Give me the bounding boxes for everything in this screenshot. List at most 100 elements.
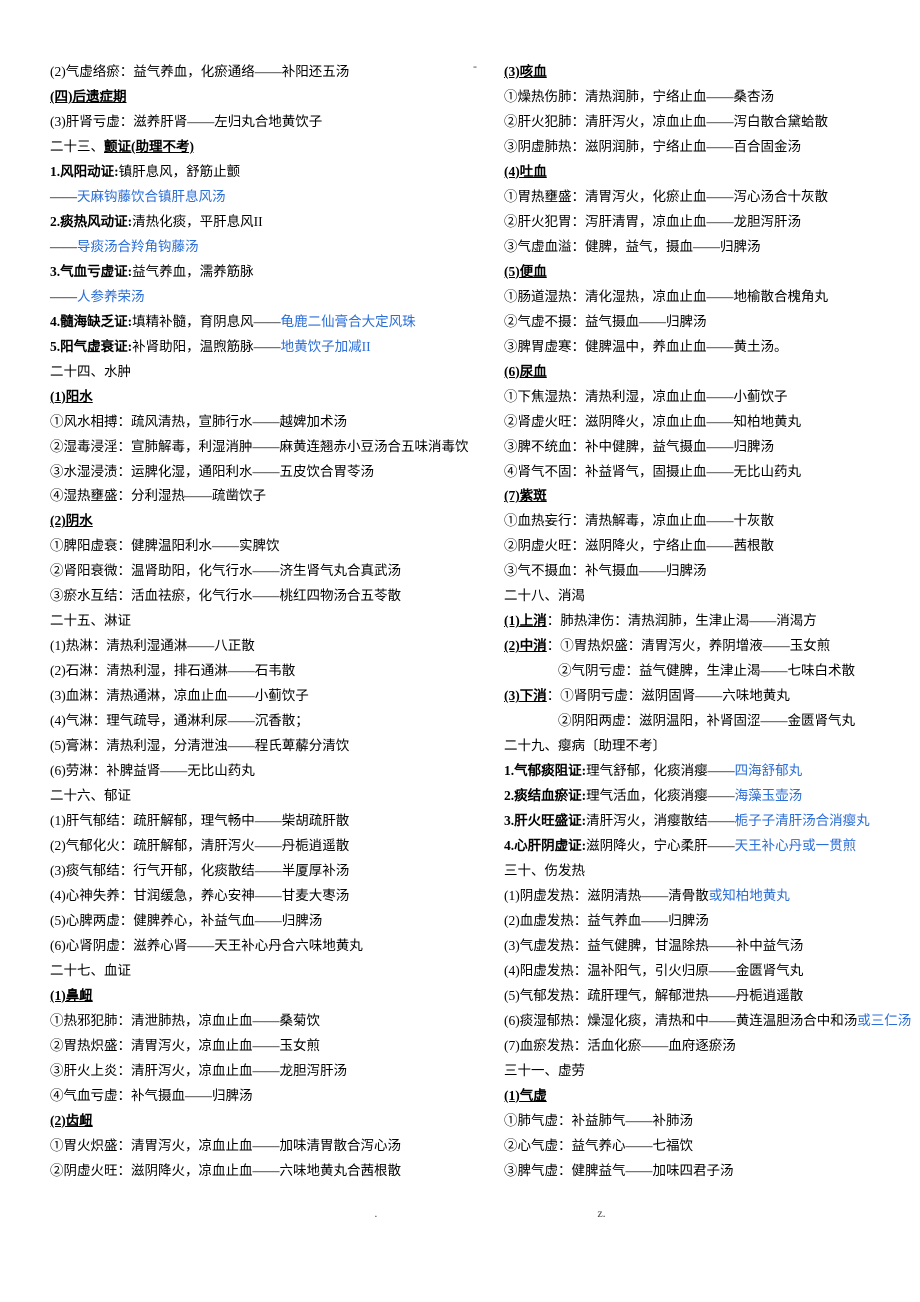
text-segment: (1)阴虚发热：滋阴清热——清骨散 — [504, 888, 709, 903]
text-segment: ④湿热壅盛：分利湿热——疏凿饮子 — [50, 488, 266, 503]
right-line: ③阴虚肺热：滋阴润肺，宁络止血——百合固金汤 — [504, 135, 920, 160]
text-segment: ：肺热津伤：清热润肺，生津止渴——消渴方 — [547, 613, 817, 628]
right-line: ②气阴亏虚：益气健脾，生津止渴——七味白术散 — [504, 659, 920, 684]
left-line: (6)心肾阴虚：滋养心肾——天王补心丹合六味地黄丸 — [50, 934, 476, 959]
footer-left: . — [374, 1206, 377, 1220]
text-segment: 三十一、虚劳 — [504, 1063, 585, 1078]
text-segment: (3)咳血 — [504, 64, 547, 79]
left-line: 二十七、血证 — [50, 959, 476, 984]
text-segment: 2.痰结血瘀证: — [504, 788, 586, 803]
left-line: (4)气淋：理气疏导，通淋利尿——沉香散； — [50, 709, 476, 734]
text-segment: (1)肝气郁结：疏肝解郁，理气畅中——柴胡疏肝散 — [50, 813, 349, 828]
text-segment: (四)后遗症期 — [50, 89, 127, 104]
left-line: (5)膏淋：清热利湿，分清泄浊——程氏萆薢分清饮 — [50, 734, 476, 759]
right-line: (6)尿血 — [504, 360, 920, 385]
right-line: (7)血瘀发热：活血化瘀——血府逐瘀汤 — [504, 1034, 920, 1059]
text-segment: —— — [50, 239, 77, 254]
text-segment: 二十八、消渴 — [504, 588, 585, 603]
text-segment: 地黄饮子加减II — [281, 339, 371, 354]
right-line: 4.心肝阴虚证:滋阴降火，宁心柔肝——天王补心丹或一贯煎 — [504, 834, 920, 859]
left-line: (5)心脾两虚：健脾养心，补益气血——归脾汤 — [50, 909, 476, 934]
header-dash: - — [473, 55, 477, 77]
right-line: (3)气虚发热：益气健脾，甘温除热——补中益气汤 — [504, 934, 920, 959]
text-segment: 栀子子清肝汤合消瘿丸 — [735, 813, 870, 828]
right-line: (5)便血 — [504, 260, 920, 285]
text-segment: 二十九、瘿病〔助理不考〕 — [504, 738, 666, 753]
left-line: ①脾阳虚衰：健脾温阳利水——实脾饮 — [50, 534, 476, 559]
text-segment: 填精补髓，育阴息风—— — [132, 314, 281, 329]
text-segment: (2)气郁化火：疏肝解郁，清肝泻火——丹栀逍遥散 — [50, 838, 349, 853]
text-segment: ②肝火犯肺：清肝泻火，凉血止血——泻白散合黛蛤散 — [504, 114, 828, 129]
text-segment: (1)鼻衄 — [50, 988, 93, 1003]
text-segment: (4)心神失养：甘润缓急，养心安神——甘麦大枣汤 — [50, 888, 349, 903]
right-line: (1)气虚 — [504, 1084, 920, 1109]
text-segment: ②阴虚火旺：滋阴降火，凉血止血——六味地黄丸合茜根散 — [50, 1163, 401, 1178]
text-segment: ③肝火上炎：清肝泻火，凉血止血——龙胆泻肝汤 — [50, 1063, 347, 1078]
text-segment: (1)热淋：清热利湿通淋——八正散 — [50, 638, 255, 653]
text-segment: ①胃热壅盛：清胃泻火，化瘀止血——泻心汤合十灰散 — [504, 189, 828, 204]
text-segment: 益气养血，濡养筋脉 — [132, 264, 254, 279]
text-segment: 1.气郁痰阻证: — [504, 763, 586, 778]
right-line: ②阴虚火旺：滋阴降火，宁络止血——茜根散 — [504, 534, 920, 559]
text-segment: 人参养荣汤 — [77, 289, 145, 304]
left-line: 4.髓海缺乏证:填精补髓，育阴息风——龟鹿二仙膏合大定风珠 — [50, 310, 476, 335]
text-segment: 四海舒郁丸 — [735, 763, 803, 778]
text-segment: 4.心肝阴虚证: — [504, 838, 586, 853]
left-line: (2)石淋：清热利湿，排石通淋——石韦散 — [50, 659, 476, 684]
right-line: ①下焦湿热：清热利湿，凉血止血——小蓟饮子 — [504, 385, 920, 410]
text-segment: 或三仁汤 — [857, 1013, 911, 1028]
text-segment: 3.肝火旺盛证: — [504, 813, 586, 828]
text-segment: ②气阴亏虚：益气健脾，生津止渴——七味白术散 — [504, 663, 855, 678]
text-segment: 镇肝息风，舒筋止颤 — [119, 164, 241, 179]
right-line: ②气虚不摄：益气摄血——归脾汤 — [504, 310, 920, 335]
text-segment: (6)劳淋：补脾益肾——无比山药丸 — [50, 763, 255, 778]
left-line: ②胃热炽盛：清胃泻火，凉血止血——玉女煎 — [50, 1034, 476, 1059]
left-line: 二十五、淋证 — [50, 609, 476, 634]
left-line: (3)肝肾亏虚：滋养肝肾——左归丸合地黄饮子 — [50, 110, 476, 135]
text-segment: ③脾胃虚寒：健脾温中，养血止血——黄土汤。 — [504, 339, 788, 354]
left-line: (四)后遗症期 — [50, 85, 476, 110]
text-segment: ③脾气虚：健脾益气——加味四君子汤 — [504, 1163, 734, 1178]
text-segment: ①肺气虚：补益肺气——补肺汤 — [504, 1113, 693, 1128]
right-line: (4)阳虚发热：温补阳气，引火归原——金匮肾气丸 — [504, 959, 920, 984]
text-segment: (1)阳水 — [50, 389, 93, 404]
right-line: ④肾气不固：补益肾气，固摄止血——无比山药丸 — [504, 460, 920, 485]
right-line: ③脾不统血：补中健脾，益气摄血——归脾汤 — [504, 435, 920, 460]
right-line: ①胃热壅盛：清胃泻火，化瘀止血——泻心汤合十灰散 — [504, 185, 920, 210]
left-line: (2)气虚络瘀：益气养血，化瘀通络——补阳还五汤 — [50, 60, 476, 85]
text-segment: ④肾气不固：补益肾气，固摄止血——无比山药丸 — [504, 464, 801, 479]
text-segment: ②肾虚火旺：滋阴降火，凉血止血——知柏地黄丸 — [504, 414, 801, 429]
right-line: (7)紫斑 — [504, 484, 920, 509]
left-line: 二十四、水肿 — [50, 360, 476, 385]
text-segment: ①脾阳虚衰：健脾温阳利水——实脾饮 — [50, 538, 280, 553]
text-segment: 3.气血亏虚证: — [50, 264, 132, 279]
text-segment: ①风水相搏：疏风清热，宣肺行水——越婢加术汤 — [50, 414, 347, 429]
left-line: ①胃火炽盛：清胃泻火，凉血止血——加味清胃散合泻心汤 — [50, 1134, 476, 1159]
right-line: (5)气郁发热：疏肝理气，解郁泄热——丹栀逍遥散 — [504, 984, 920, 1009]
page-footer: .z. — [50, 1202, 920, 1224]
text-segment: (3)痰气郁结：行气开郁，化痰散结——半厦厚补汤 — [50, 863, 349, 878]
text-segment: (2)气虚络瘀：益气养血，化瘀通络——补阳还五汤 — [50, 64, 349, 79]
left-line: ——人参养荣汤 — [50, 285, 476, 310]
left-line: ②湿毒浸淫：宣肺解毒，利湿消肿——麻黄连翘赤小豆汤合五味消毒饮 — [50, 435, 476, 460]
text-segment: 海藻玉壶汤 — [735, 788, 803, 803]
right-line: ②肝火犯肺：清肝泻火，凉血止血——泻白散合黛蛤散 — [504, 110, 920, 135]
text-segment: (5)心脾两虚：健脾养心，补益气血——归脾汤 — [50, 913, 322, 928]
two-column-body: (2)气虚络瘀：益气养血，化瘀通络——补阳还五汤 (四)后遗症期 (3)肝肾亏虚：滋… — [50, 60, 920, 1184]
text-segment: ：①胃热炽盛：清胃泻火，养阴增液——玉女煎 — [547, 638, 831, 653]
left-line: ②阴虚火旺：滋阴降火，凉血止血——六味地黄丸合茜根散 — [50, 1159, 476, 1184]
text-segment: ②气虚不摄：益气摄血——归脾汤 — [504, 314, 707, 329]
left-line: (2)阴水 — [50, 509, 476, 534]
right-line: ②阴阳两虚：滋阴温阳，补肾固涩——金匮肾气丸 — [504, 709, 920, 734]
text-segment: ①肠道湿热：清化湿热，凉血止血——地榆散合槐角丸 — [504, 289, 828, 304]
right-line: (3)下消：①肾阴亏虚：滋阴固肾——六味地黄丸 — [504, 684, 920, 709]
text-segment: 4.髓海缺乏证: — [50, 314, 132, 329]
right-line: ③气虚血溢：健脾，益气，摄血——归脾汤 — [504, 235, 920, 260]
left-line: 1.风阳动证:镇肝息风，舒筋止颤 — [50, 160, 476, 185]
text-segment: ③气虚血溢：健脾，益气，摄血——归脾汤 — [504, 239, 761, 254]
text-segment: (5)膏淋：清热利湿，分清泄浊——程氏萆薢分清饮 — [50, 738, 349, 753]
text-segment: (3)气虚发热：益气健脾，甘温除热——补中益气汤 — [504, 938, 803, 953]
right-line: ②肾虚火旺：滋阴降火，凉血止血——知柏地黄丸 — [504, 410, 920, 435]
left-line: ——天麻钩藤饮合镇肝息风汤 — [50, 185, 476, 210]
text-segment: ③瘀水互结：活血祛瘀，化气行水——桃红四物汤合五苓散 — [50, 588, 401, 603]
